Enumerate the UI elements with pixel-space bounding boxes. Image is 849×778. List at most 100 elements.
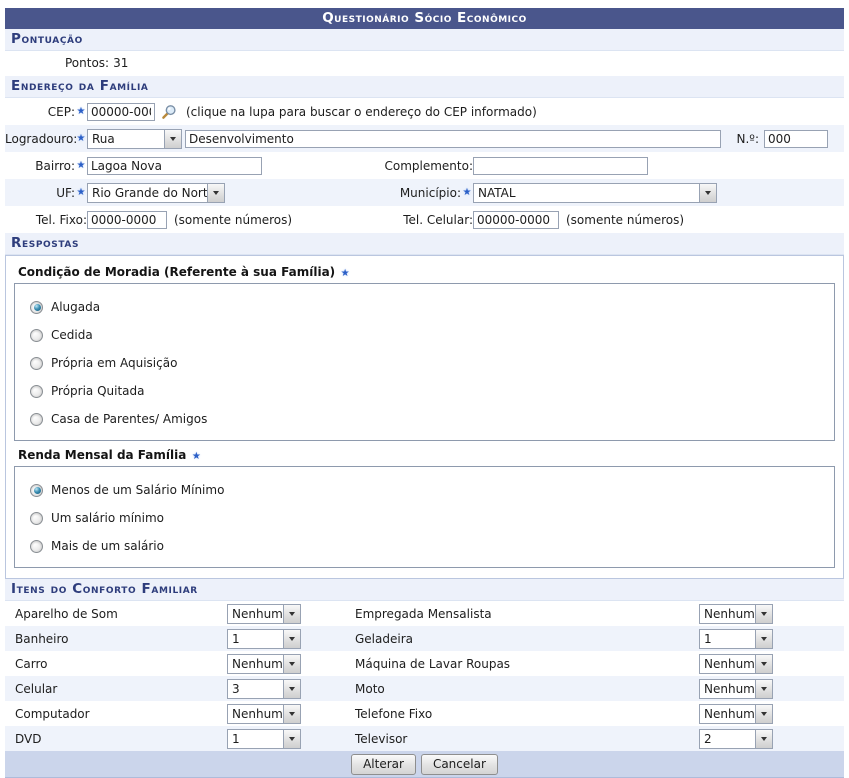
tel-celular-label: Tel. Celular: [377,213,473,227]
logradouro-label: Logradouro: [5,132,75,146]
radio-option-menos-um-salario[interactable]: Menos de um Salário Mínimo [30,483,834,497]
radio-option-alugada[interactable]: Alugada [30,300,834,314]
item-select-celular[interactable]: 3 [227,679,301,699]
dropdown-arrow-icon[interactable] [755,630,772,648]
item-label-geladeira: Geladeira [355,632,699,646]
complemento-input[interactable] [473,157,648,175]
item-label-banheiro: Banheiro [15,632,227,646]
search-icon[interactable] [161,104,177,120]
itens-row: Celular 3 Moto Nenhum [5,676,844,701]
question-moradia-options: Alugada Cedida Própria em Aquisição Próp… [14,283,835,441]
item-select-carro[interactable]: Nenhum [227,654,301,674]
cep-hint: (clique na lupa para buscar o endereço d… [186,105,537,119]
dropdown-arrow-icon[interactable] [755,730,772,748]
dropdown-arrow-icon[interactable] [207,184,224,202]
dropdown-arrow-icon[interactable] [283,705,300,723]
radio-icon[interactable] [30,413,43,426]
tel-fixo-label: Tel. Fixo: [5,213,87,227]
item-label-dvd: DVD [15,732,227,746]
item-select-computador[interactable]: Nenhum [227,704,301,724]
radio-icon[interactable] [30,512,43,525]
section-header-respostas: Respostas [5,233,844,255]
page-title: Questionário Sócio Econômico [5,8,844,29]
radio-option-cedida[interactable]: Cedida [30,328,834,342]
dropdown-arrow-icon[interactable] [755,605,772,623]
item-select-televisor[interactable]: 2 [699,729,773,749]
cep-label: CEP: [5,105,75,119]
telefones-row: Tel. Fixo: (somente números) Tel. Celula… [5,206,844,233]
dropdown-arrow-icon[interactable] [283,730,300,748]
required-star-icon [339,269,351,279]
required-star-icon [190,452,202,462]
bairro-row: Bairro: Complemento: [5,152,844,179]
radio-option-mais-um-salario[interactable]: Mais de um salário [30,539,834,553]
tel-fixo-hint: (somente números) [174,213,292,227]
question-moradia-title: Condição de Moradia (Referente à sua Fam… [14,258,835,283]
radio-option-casa-parentes[interactable]: Casa de Parentes/ Amigos [30,412,834,426]
item-label-empregada-mensalista: Empregada Mensalista [355,607,699,621]
item-select-dvd[interactable]: 1 [227,729,301,749]
dropdown-arrow-icon[interactable] [283,605,300,623]
pontos-row: Pontos:31 [5,51,844,76]
cancelar-button[interactable]: Cancelar [421,754,498,775]
required-star-icon [75,134,87,144]
item-select-moto[interactable]: Nenhum [699,679,773,699]
dropdown-arrow-icon[interactable] [755,655,772,673]
item-label-carro: Carro [15,657,227,671]
itens-row: Carro Nenhum Máquina de Lavar Roupas Nen… [5,651,844,676]
item-select-geladeira[interactable]: 1 [699,629,773,649]
alterar-button[interactable]: Alterar [351,754,416,775]
logradouro-input[interactable] [185,130,721,148]
item-select-maquina-de-lavar[interactable]: Nenhum [699,654,773,674]
item-select-telefone-fixo[interactable]: Nenhum [699,704,773,724]
radio-checked-icon[interactable] [30,301,43,314]
required-star-icon [75,188,87,198]
dropdown-arrow-icon[interactable] [699,184,716,202]
logradouro-row: Logradouro: Rua N.º: [5,125,844,152]
radio-option-propria-aquisicao[interactable]: Própria em Aquisição [30,356,834,370]
numero-input[interactable] [764,130,828,148]
complemento-label: Complemento: [377,159,473,173]
dropdown-arrow-icon[interactable] [755,680,772,698]
radio-icon[interactable] [30,385,43,398]
form-footer: Alterar Cancelar [5,751,844,778]
dropdown-arrow-icon[interactable] [164,130,181,148]
itens-row: Banheiro 1 Geladeira 1 [5,626,844,651]
dropdown-arrow-icon[interactable] [755,705,772,723]
radio-option-propria-quitada[interactable]: Própria Quitada [30,384,834,398]
tel-celular-hint: (somente números) [566,213,684,227]
radio-icon[interactable] [30,329,43,342]
dropdown-arrow-icon[interactable] [283,680,300,698]
radio-checked-icon[interactable] [30,484,43,497]
dropdown-arrow-icon[interactable] [283,630,300,648]
item-select-aparelho-de-som[interactable]: Nenhum [227,604,301,624]
question-renda-title: Renda Mensal da Família [14,441,835,466]
cep-row: CEP: (clique na lupa para buscar o ender… [5,98,844,125]
section-header-pontuacao: Pontuação [5,29,844,51]
tel-celular-input[interactable] [473,211,559,229]
item-label-moto: Moto [355,682,699,696]
radio-option-um-salario[interactable]: Um salário mínimo [30,511,834,525]
bairro-input[interactable] [87,157,262,175]
itens-row: DVD 1 Televisor 2 [5,726,844,751]
item-label-televisor: Televisor [355,732,699,746]
radio-icon[interactable] [30,357,43,370]
item-label-computador: Computador [15,707,227,721]
section-header-itens: Itens do Conforto Familiar [5,579,844,601]
tel-fixo-input[interactable] [87,211,167,229]
uf-select[interactable]: Rio Grande do Norte [87,183,225,203]
dropdown-arrow-icon[interactable] [283,655,300,673]
municipio-select[interactable]: NATAL [473,183,717,203]
item-select-empregada-mensalista[interactable]: Nenhum [699,604,773,624]
itens-row: Aparelho de Som Nenhum Empregada Mensali… [5,601,844,626]
itens-row: Computador Nenhum Telefone Fixo Nenhum [5,701,844,726]
item-select-banheiro[interactable]: 1 [227,629,301,649]
radio-icon[interactable] [30,540,43,553]
uf-row: UF: Rio Grande do Norte Município: NATAL [5,179,844,206]
questionario-form: Questionário Sócio Econômico Pontuação P… [5,8,844,778]
pontos-label: Pontos: [65,56,109,70]
logradouro-tipo-select[interactable]: Rua [87,129,182,149]
bairro-label: Bairro: [5,159,75,173]
cep-input[interactable] [87,103,155,121]
section-header-endereco: Endereço da Família [5,76,844,98]
